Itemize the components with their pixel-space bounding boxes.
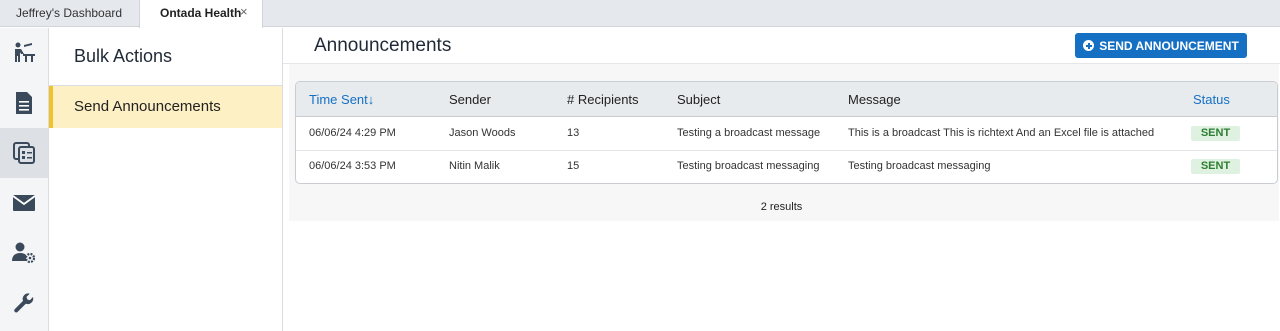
column-header-recipients[interactable]: # Recipients (567, 92, 639, 107)
copy-checklist-icon (13, 142, 35, 164)
cell-recipients: 15 (567, 160, 580, 172)
mail-icon (12, 195, 36, 211)
column-header-subject[interactable]: Subject (677, 92, 720, 107)
cell-message: This is a broadcast This is richtext And… (848, 127, 1155, 139)
main-content: Announcements SEND ANNOUNCEMENT Time Sen… (283, 28, 1280, 331)
column-header-message[interactable]: Message (848, 92, 901, 107)
announcements-table: Time Sent↓ Sender # Recipients Subject M… (295, 81, 1278, 184)
document-icon (16, 92, 32, 114)
cell-sender: Jason Woods (449, 127, 516, 139)
bulk-actions-nav: Bulk Actions Send Announcements (49, 28, 283, 331)
icon-rail (0, 28, 49, 331)
user-settings-icon (12, 242, 36, 264)
sort-desc-icon: ↓ (367, 92, 375, 107)
cell-time-sent: 06/06/24 4:29 PM (309, 127, 396, 139)
rail-item-documents[interactable] (0, 78, 48, 128)
send-announcement-button[interactable]: SEND ANNOUNCEMENT (1075, 33, 1247, 58)
column-header-time-sent[interactable]: Time Sent↓ (309, 92, 374, 107)
rail-item-bulk-actions[interactable] (0, 128, 48, 178)
cell-subject: Testing a broadcast message (677, 127, 821, 139)
page-header: Announcements SEND ANNOUNCEMENT (283, 28, 1280, 64)
subnav-item-label: Send Announcements (74, 98, 221, 115)
column-header-sender[interactable]: Sender (449, 92, 491, 107)
cell-subject: Testing broadcast messaging (677, 160, 820, 172)
tab-ontada-health[interactable]: Ontada Health × (139, 0, 263, 28)
cell-recipients: 13 (567, 127, 580, 139)
wrench-icon (14, 293, 34, 313)
page-title: Announcements (314, 35, 452, 56)
teacher-desk-icon (15, 42, 35, 62)
rail-item-messages[interactable] (0, 178, 48, 228)
rail-item-classroom[interactable] (0, 28, 48, 78)
send-announcement-label: SEND ANNOUNCEMENT (1099, 38, 1239, 53)
subnav-item-send-announcements[interactable]: Send Announcements (49, 86, 282, 128)
table-header: Time Sent↓ Sender # Recipients Subject M… (296, 82, 1277, 117)
subnav-title: Bulk Actions (74, 46, 173, 66)
column-header-status[interactable]: Status (1193, 92, 1230, 107)
tab-bar: Jeffrey's Dashboard Ontada Health × (0, 0, 1280, 28)
tab-label: Ontada Health (160, 6, 242, 20)
close-icon[interactable]: × (240, 0, 248, 25)
cell-time-sent: 06/06/24 3:53 PM (309, 160, 396, 172)
cell-message: Testing broadcast messaging (848, 160, 991, 172)
rail-item-user-settings[interactable] (0, 228, 48, 278)
status-badge: SENT (1191, 126, 1240, 141)
table-row[interactable]: 06/06/24 4:29 PM Jason Woods 13 Testing … (296, 118, 1277, 151)
plus-circle-icon (1083, 40, 1095, 51)
cell-sender: Nitin Malik (449, 160, 500, 172)
tab-jeffreys-dashboard[interactable]: Jeffrey's Dashboard (0, 0, 138, 27)
results-count: 2 results (760, 201, 803, 213)
rail-item-tools[interactable] (0, 278, 48, 328)
status-badge: SENT (1191, 159, 1240, 174)
table-row[interactable]: 06/06/24 3:53 PM Nitin Malik 15 Testing … (296, 151, 1277, 183)
